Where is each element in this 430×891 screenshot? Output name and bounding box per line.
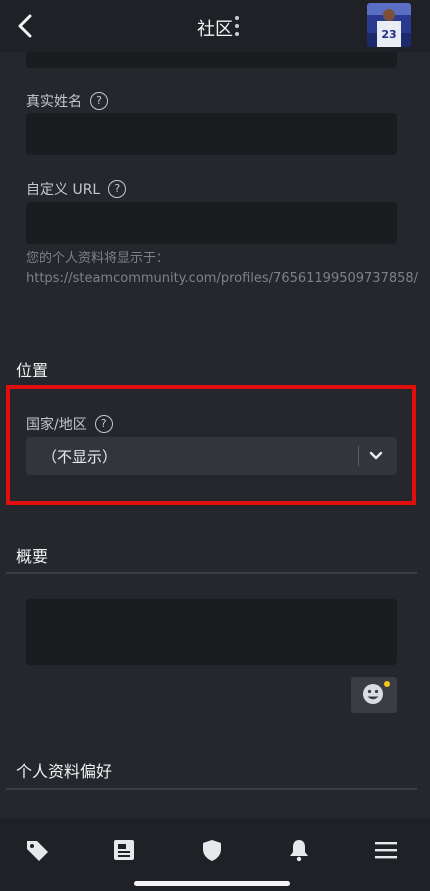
real-name-label: 真实姓名 <box>26 94 82 110</box>
real-name-label-row: 真实姓名 ? <box>26 91 108 111</box>
custom-url-input[interactable] <box>26 202 397 244</box>
country-label: 国家/地区 <box>26 417 87 433</box>
avatar[interactable]: 23 <box>367 3 411 47</box>
custom-url-label: 自定义 URL <box>26 182 101 198</box>
top-bar: 社区 23 <box>0 0 430 52</box>
emoji-icon <box>363 681 390 704</box>
country-selected-value: （不显示） <box>42 448 118 466</box>
help-icon[interactable]: ? <box>108 180 127 198</box>
avatar-jersey-number: 23 <box>381 28 396 41</box>
url-hint-line1: 您的个人资料将显示于： <box>26 251 170 266</box>
custom-url-label-row: 自定义 URL ? <box>26 179 127 199</box>
home-indicator <box>134 881 290 886</box>
bell-icon[interactable] <box>286 838 312 862</box>
help-icon[interactable]: ? <box>90 92 108 110</box>
location-section-title: 位置 <box>16 361 49 380</box>
news-icon[interactable] <box>111 838 137 862</box>
menu-icon[interactable] <box>373 838 399 862</box>
summary-section-title: 概要 <box>16 547 49 566</box>
url-hint-line2: https://steamcommunity.com/profiles/7656… <box>26 271 419 286</box>
country-label-row: 国家/地区 ? <box>26 414 113 434</box>
previous-field[interactable] <box>26 52 397 68</box>
real-name-input[interactable] <box>26 113 397 155</box>
divider <box>6 788 417 790</box>
emoji-button[interactable] <box>351 677 397 713</box>
help-icon[interactable]: ? <box>94 415 113 433</box>
page-title: 社区 <box>197 19 233 40</box>
tag-icon[interactable] <box>24 838 50 862</box>
more-options-icon[interactable] <box>232 15 242 37</box>
chevron-down-icon <box>369 451 383 460</box>
summary-textarea[interactable] <box>26 599 397 665</box>
select-divider <box>358 446 359 466</box>
divider <box>6 572 417 574</box>
preferences-section-title: 个人资料偏好 <box>16 762 113 781</box>
country-select[interactable]: （不显示） <box>26 437 397 475</box>
shield-icon[interactable] <box>199 838 225 862</box>
